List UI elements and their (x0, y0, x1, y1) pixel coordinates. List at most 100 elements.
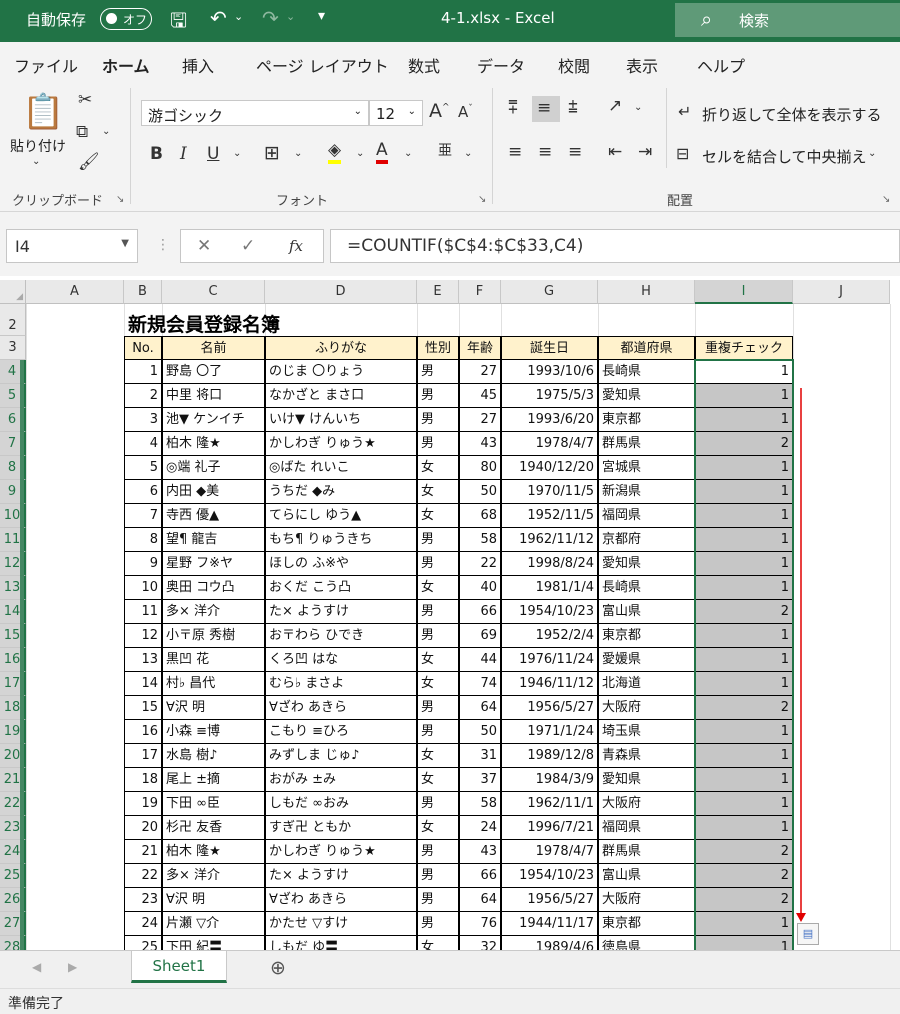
alignment-launcher-icon[interactable]: ↘ (882, 194, 890, 205)
table-cell[interactable]: 女 (417, 576, 459, 600)
column-header-g[interactable]: G (501, 280, 598, 304)
table-cell[interactable]: 20 (124, 816, 162, 840)
table-cell[interactable]: 下田 紀〓 (162, 936, 265, 950)
table-cell[interactable]: 大阪府 (598, 696, 695, 720)
table-cell[interactable]: 愛知県 (598, 768, 695, 792)
row-header[interactable]: 8 (0, 456, 26, 480)
tab-page-layout[interactable]: ページ レイアウト (256, 53, 389, 77)
autofill-options-icon[interactable]: ▤ (797, 923, 819, 945)
table-cell[interactable]: お〒わら ひでき (265, 624, 417, 648)
row-header[interactable]: 24 (0, 840, 26, 864)
merge-dropdown-icon[interactable]: ⌄ (868, 148, 876, 159)
table-cell[interactable]: 女 (417, 744, 459, 768)
table-cell[interactable]: 13 (124, 648, 162, 672)
table-cell[interactable]: ◎端 礼子 (162, 456, 265, 480)
table-cell[interactable]: 北海道 (598, 672, 695, 696)
wrap-text-icon[interactable]: ↵ (678, 102, 691, 121)
italic-icon[interactable]: I (180, 144, 187, 164)
row-header[interactable]: 16 (0, 648, 26, 672)
table-cell[interactable]: 37 (459, 768, 501, 792)
table-cell[interactable]: 尾上 ±摘 (162, 768, 265, 792)
row-header[interactable]: 6 (0, 408, 26, 432)
column-header-f[interactable]: F (459, 280, 501, 304)
table-cell[interactable]: 1954/10/23 (501, 864, 598, 888)
row-header[interactable]: 20 (0, 744, 26, 768)
table-cell[interactable]: 50 (459, 720, 501, 744)
table-cell[interactable]: 野島 〇了 (162, 360, 265, 384)
table-cell[interactable]: 男 (417, 888, 459, 912)
table-cell[interactable]: 6 (124, 480, 162, 504)
copy-dropdown-icon[interactable]: ⌄ (102, 126, 110, 137)
table-cell[interactable]: 1956/5/27 (501, 888, 598, 912)
table-cell[interactable]: 女 (417, 480, 459, 504)
table-cell[interactable]: 男 (417, 552, 459, 576)
table-cell[interactable]: なかざと まさ口 (265, 384, 417, 408)
bold-icon[interactable]: B (150, 144, 163, 164)
table-cell[interactable]: うちだ ◆み (265, 480, 417, 504)
row-header[interactable]: 26 (0, 888, 26, 912)
row-header[interactable]: 23 (0, 816, 26, 840)
table-cell[interactable]: 1993/6/20 (501, 408, 598, 432)
duplicate-check-cell[interactable]: 1 (695, 792, 793, 816)
table-cell[interactable]: 愛知県 (598, 384, 695, 408)
table-cell[interactable]: ∀沢 明 (162, 888, 265, 912)
save-icon[interactable]: 🖫 (170, 6, 187, 40)
row-header[interactable]: 12 (0, 552, 26, 576)
align-bottom-icon[interactable]: ⩲ (568, 98, 578, 118)
table-cell[interactable]: 43 (459, 432, 501, 456)
table-cell[interactable]: 2 (124, 384, 162, 408)
table-cell[interactable]: 21 (124, 840, 162, 864)
undo-dropdown-icon[interactable]: ⌄ (234, 10, 243, 23)
table-cell[interactable]: 富山県 (598, 864, 695, 888)
table-cell[interactable]: 12 (124, 624, 162, 648)
enter-icon[interactable]: ✓ (241, 236, 255, 256)
table-cell[interactable]: 男 (417, 384, 459, 408)
table-cell[interactable]: 女 (417, 648, 459, 672)
table-cell[interactable]: 11 (124, 600, 162, 624)
table-cell[interactable]: 下田 ∞臣 (162, 792, 265, 816)
table-cell[interactable]: 10 (124, 576, 162, 600)
table-cell[interactable]: かしわぎ りゅう★ (265, 840, 417, 864)
merge-center-button[interactable]: セルを結合して中央揃え (702, 146, 867, 167)
row-header[interactable]: 14 (0, 600, 26, 624)
add-sheet-icon[interactable]: ⊕ (270, 957, 286, 979)
table-cell[interactable]: 小森 ≡博 (162, 720, 265, 744)
underline-dropdown-icon[interactable]: ⌄ (233, 148, 241, 159)
table-cell[interactable]: 女 (417, 672, 459, 696)
row-header[interactable]: 5 (0, 384, 26, 408)
cancel-icon[interactable]: ✕ (197, 236, 211, 256)
table-cell[interactable]: しもだ ∞おみ (265, 792, 417, 816)
duplicate-check-cell[interactable]: 2 (695, 840, 793, 864)
font-launcher-icon[interactable]: ↘ (478, 194, 486, 205)
font-color-icon[interactable]: A (376, 140, 388, 164)
align-left-icon[interactable]: ≡ (508, 142, 522, 162)
table-cell[interactable]: 福岡県 (598, 504, 695, 528)
orientation-icon[interactable]: ↗ (608, 96, 622, 116)
table-cell[interactable]: 31 (459, 744, 501, 768)
autosave-toggle[interactable]: オフ (100, 8, 152, 30)
row-header[interactable]: 7 (0, 432, 26, 456)
table-cell[interactable]: 愛知県 (598, 552, 695, 576)
table-cell[interactable]: 80 (459, 456, 501, 480)
table-cell[interactable]: 58 (459, 528, 501, 552)
table-cell[interactable]: 埼玉県 (598, 720, 695, 744)
row-header[interactable]: 2 (0, 304, 26, 336)
table-cell[interactable]: 1954/10/23 (501, 600, 598, 624)
insert-function-icon[interactable]: fx (289, 237, 303, 255)
row-header[interactable]: 25 (0, 864, 26, 888)
table-cell[interactable]: てらにし ゆう▲ (265, 504, 417, 528)
table-cell[interactable]: 1 (124, 360, 162, 384)
table-cell[interactable]: 女 (417, 456, 459, 480)
table-cell[interactable]: こもり ≡ひろ (265, 720, 417, 744)
tab-home[interactable]: ホーム (102, 53, 150, 85)
table-cell[interactable]: 大阪府 (598, 792, 695, 816)
table-cell[interactable]: くろ凹 はな (265, 648, 417, 672)
table-cell[interactable]: 66 (459, 600, 501, 624)
duplicate-check-cell[interactable]: 1 (695, 624, 793, 648)
table-cell[interactable]: 女 (417, 768, 459, 792)
table-cell[interactable]: 寺西 優▲ (162, 504, 265, 528)
duplicate-check-cell[interactable]: 1 (695, 360, 793, 384)
table-cell[interactable]: 74 (459, 672, 501, 696)
table-cell[interactable]: 1962/11/1 (501, 792, 598, 816)
duplicate-check-cell[interactable]: 1 (695, 720, 793, 744)
